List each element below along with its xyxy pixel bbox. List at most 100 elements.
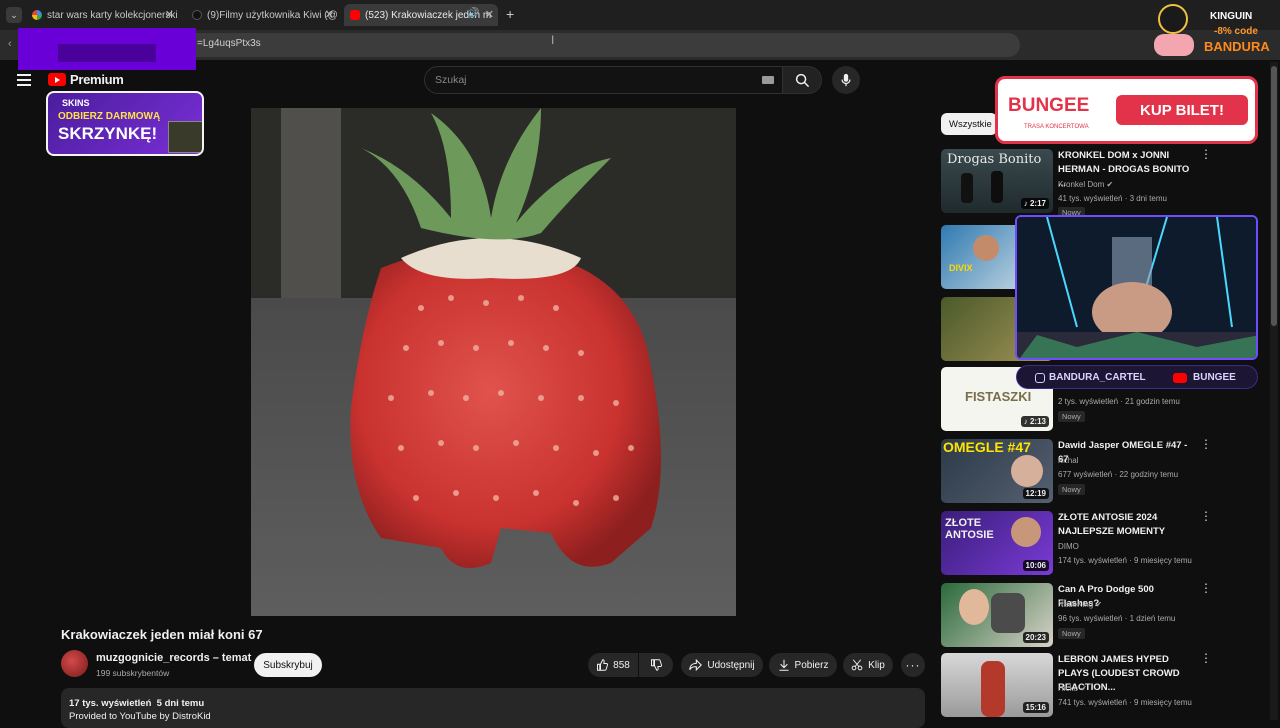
download-button[interactable]: Pobierz <box>769 653 837 677</box>
scissors-icon <box>851 659 863 671</box>
video-duration: 12:19 <box>1022 488 1049 499</box>
tab-youtube[interactable]: (523) Krakowiaczek jeden m 🔊 ✕ <box>344 4 498 26</box>
thumbnail-text: Drogas Bonito <box>947 152 1042 167</box>
close-icon[interactable]: ✕ <box>165 8 174 21</box>
youtube-icon <box>1173 373 1187 383</box>
thumbnail-face <box>1011 517 1041 547</box>
recommended-video[interactable]: ZŁOTE ANTOSIE 10:06 ZŁOTE ANTOSIE 2024 N… <box>941 510 1212 577</box>
penguin-mascot-icon <box>1158 4 1188 34</box>
browser-tab-bar: ⌄ star wars karty kolekcjonerskie ✕ (9)F… <box>0 0 1280 30</box>
recommended-video[interactable]: 20:23 Can A Pro Dodge 500 Flashes? NadeK… <box>941 582 1212 649</box>
channel-name[interactable]: muzgognicie_records – temat <box>96 652 251 664</box>
video-duration: ♪ 2:17 <box>1020 198 1049 209</box>
like-button[interactable]: 858 <box>588 653 638 677</box>
channel-name[interactable]: kichal <box>1058 456 1078 465</box>
description-text: Provided to YouTube by DistroKid <box>69 711 211 722</box>
video-thumbnail[interactable]: 20:23 <box>941 583 1053 647</box>
kinguin-brand: KINGUIN <box>1210 11 1253 22</box>
skins-line1: ODBIERZ DARMOWĄ <box>58 111 161 122</box>
search-placeholder: Szukaj <box>435 74 467 86</box>
thumbnail-face <box>1011 455 1043 487</box>
subscribe-button[interactable]: Subskrybuj <box>254 653 322 677</box>
tab-label: (9)Filmy użytkownika Kiwi (@ki <box>207 9 338 21</box>
channel-name[interactable]: Hicko ✔ <box>1058 684 1087 693</box>
channel-name[interactable]: NadeKing ✔ <box>1058 600 1102 609</box>
clip-button[interactable]: Klip <box>843 653 893 677</box>
video-duration: 20:23 <box>1022 632 1049 643</box>
video-meta: 41 tys. wyświetleń · 3 dni temu <box>1058 194 1167 203</box>
filter-chip-all[interactable]: Wszystkie <box>941 113 997 135</box>
url-text[interactable]: =Lg4uqsPtx3s <box>197 38 261 49</box>
description-stats: 17 tys. wyświetleń 5 dni temu <box>69 698 205 709</box>
description-box[interactable]: 17 tys. wyświetleń 5 dni temu Provided t… <box>61 688 925 728</box>
keyboard-icon[interactable] <box>762 76 774 84</box>
youtube-premium-logo[interactable]: Premium <box>48 72 124 87</box>
thumbs-down-icon <box>651 659 662 671</box>
kinguin-ad-overlay: KINGUIN -8% code BANDURA <box>1154 2 1278 58</box>
video-meta: 2 tys. wyświetleń · 21 godzin temu <box>1058 397 1180 406</box>
menu-hamburger-icon[interactable] <box>17 74 31 86</box>
voice-search-button[interactable] <box>832 66 860 94</box>
thumbnail-player <box>981 661 1005 717</box>
thumbnail-text: OMEGLE #47 <box>943 439 1031 455</box>
verified-check-icon: ✔ <box>1106 180 1114 189</box>
more-vert-icon[interactable]: ⋮ <box>1200 148 1212 160</box>
search-input[interactable]: Szukaj <box>424 66 784 94</box>
more-vert-icon[interactable]: ⋮ <box>1200 582 1212 594</box>
new-badge: Nowy <box>1058 628 1085 639</box>
channel-label: Hicko <box>1058 684 1079 693</box>
more-vert-icon[interactable]: ⋮ <box>1200 438 1212 450</box>
more-vert-icon[interactable]: ⋮ <box>1200 510 1212 522</box>
kinguin-code-label: -8% code <box>1214 26 1258 37</box>
back-arrow-icon[interactable]: ‹ <box>8 38 12 50</box>
video-thumbnail[interactable]: ZŁOTE ANTOSIE 10:06 <box>941 511 1053 575</box>
channel-name[interactable]: DIMO <box>1058 542 1079 551</box>
video-meta: 96 tys. wyświetleń · 1 dzień temu <box>1058 614 1176 623</box>
search-button[interactable] <box>782 66 822 94</box>
video-duration: ♪ 2:13 <box>1020 416 1049 427</box>
search-icon <box>795 73 809 87</box>
thumbnail-face <box>973 235 999 261</box>
page-scrollbar[interactable] <box>1270 62 1278 720</box>
new-tab-plus-icon[interactable]: + <box>506 6 514 22</box>
video-meta: 741 tys. wyświetleń · 9 miesięcy temu <box>1058 698 1192 707</box>
tab-tiktok[interactable]: (9)Filmy użytkownika Kiwi (@ki ✕ <box>188 4 338 26</box>
recommended-video[interactable]: OMEGLE #47 12:19 Dawid Jasper OMEGLE #47… <box>941 438 1212 505</box>
like-count: 858 <box>613 659 630 671</box>
download-icon <box>779 659 789 671</box>
close-icon[interactable]: ✕ <box>325 8 334 21</box>
channel-name[interactable]: Kronkel Dom ✔ <box>1058 180 1113 189</box>
video-title: Krakowiaczek jeden miał koni 67 <box>61 627 263 642</box>
scrollbar-thumb[interactable] <box>1271 66 1277 326</box>
thumbnail-text: FISTASZKI <box>965 389 1032 404</box>
video-player[interactable] <box>251 108 736 616</box>
speaker-icon[interactable]: 🔊 <box>467 8 479 19</box>
streamer-webcam-overlay <box>1015 215 1258 360</box>
tab-list-chevron-icon[interactable]: ⌄ <box>6 7 22 23</box>
share-icon <box>689 659 703 671</box>
video-title[interactable]: ZŁOTE ANTOSIE 2024 NAJLEPSZE MOMENTY <box>1058 511 1193 539</box>
verified-check-icon: ✔ <box>1080 684 1087 693</box>
video-thumbnail[interactable]: 15:16 <box>941 653 1053 717</box>
recommended-video[interactable]: 15:16 LEBRON JAMES HYPED PLAYS (LOUDEST … <box>941 652 1212 719</box>
dislike-button[interactable] <box>639 653 673 677</box>
tiktok-icon <box>192 10 202 20</box>
webcam-frame <box>1017 217 1256 358</box>
youtube-play-icon <box>48 73 66 86</box>
privacy-overlay <box>18 28 196 70</box>
channel-avatar[interactable] <box>61 650 88 677</box>
channel-label: NadeKing <box>1058 600 1094 609</box>
tab-google[interactable]: star wars karty kolekcjonerskie ✕ <box>28 4 178 26</box>
bungee-sub: TRASA KONCERTOWA <box>1024 124 1089 130</box>
share-button[interactable]: Udostępnij <box>681 653 763 677</box>
more-vert-icon[interactable]: ⋮ <box>1200 652 1212 664</box>
video-thumbnail[interactable]: OMEGLE #47 12:19 <box>941 439 1053 503</box>
video-thumbnail[interactable]: Drogas Bonito ♪ 2:17 <box>941 149 1053 213</box>
more-actions-icon[interactable]: ··· <box>901 653 925 677</box>
thumbnail-figure <box>961 173 973 203</box>
verified-check-icon: ✔ <box>1095 600 1103 609</box>
close-icon[interactable]: ✕ <box>485 8 494 21</box>
strawberry-video-frame <box>251 108 736 616</box>
recommended-video[interactable]: Drogas Bonito ♪ 2:17 KRONKEL DOM x JONNI… <box>941 148 1212 218</box>
google-icon <box>32 10 42 20</box>
